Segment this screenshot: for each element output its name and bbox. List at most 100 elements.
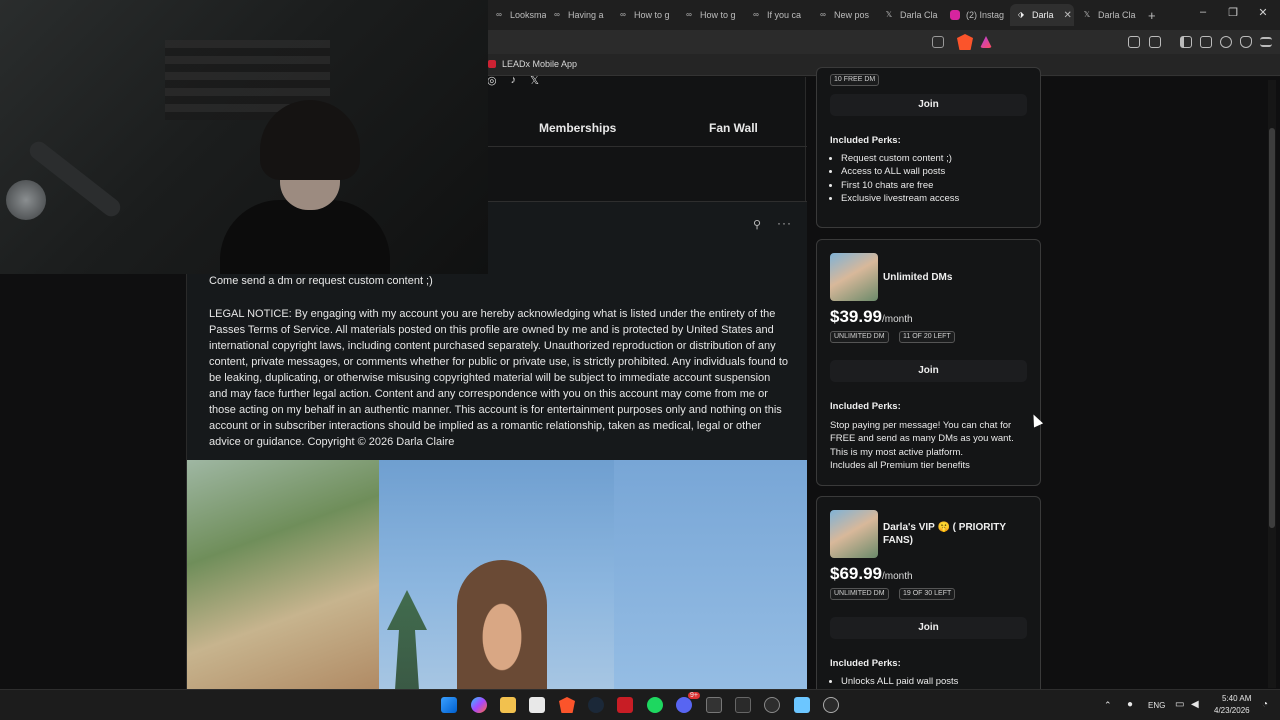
perks-heading: Included Perks: — [830, 658, 901, 669]
x-icon[interactable]: 𝕏 — [530, 74, 539, 87]
page-scrollbar[interactable] — [1268, 80, 1276, 688]
tray-chevron-icon[interactable]: ⌃ — [1104, 700, 1112, 711]
x-icon: 𝕏 — [885, 10, 893, 19]
epic-games-icon[interactable] — [706, 697, 722, 713]
vpn-shield-icon[interactable] — [1240, 36, 1252, 48]
availability-badge: 11 OF 20 LEFT — [899, 331, 955, 343]
join-button[interactable]: Join — [830, 360, 1027, 382]
extensions-icon[interactable] — [1128, 36, 1140, 48]
tier-name: Unlimited DMs — [883, 272, 953, 283]
tab-new-post[interactable]: ∞ New pos — [812, 4, 878, 26]
tier-avatar — [830, 253, 878, 301]
person-photo — [457, 560, 547, 690]
microphone-icon[interactable]: ● — [1127, 699, 1133, 710]
tier-card-premium: 10 FREE DM Join Included Perks: Request … — [816, 67, 1041, 228]
tab-darla-x-2[interactable]: 𝕏 Darla Cla — [1076, 4, 1138, 26]
new-tab-button[interactable]: + — [1142, 4, 1162, 26]
network-icon[interactable]: ▭ — [1175, 699, 1184, 710]
close-window-button[interactable]: ✕ — [1248, 6, 1278, 19]
close-tab-icon[interactable]: ✕ — [1064, 10, 1072, 21]
app-icon[interactable] — [764, 697, 780, 713]
streamer-hair — [260, 100, 360, 180]
infinity-icon: ∞ — [620, 10, 626, 19]
brave-icon[interactable] — [559, 697, 575, 713]
leo-ai-icon[interactable] — [1220, 36, 1232, 48]
sidebar-icon[interactable] — [1180, 36, 1192, 48]
tier-name: Darla's VIP 🤫 ( PRIORITY FANS) — [883, 522, 1006, 546]
perks-list: Unlocks ALL paid wall posts — [841, 675, 1031, 688]
notepad-icon[interactable] — [794, 697, 810, 713]
tier-badge: 10 FREE DM — [830, 74, 880, 86]
clock-time[interactable]: 5:40 AM — [1222, 694, 1251, 703]
media-image-right — [614, 460, 807, 690]
tab-memberships[interactable]: Memberships — [539, 121, 616, 135]
tiktok-icon[interactable]: ♪ — [511, 74, 517, 87]
more-options-icon[interactable]: ··· — [777, 216, 792, 230]
tier-card-vip: Darla's VIP 🤫 ( PRIORITY FANS) $69.99/mo… — [816, 496, 1041, 696]
tab-how-to-1[interactable]: ∞ How to g — [612, 4, 678, 26]
instagram-icon[interactable]: ◎ — [487, 74, 497, 87]
infinity-icon: ∞ — [820, 10, 826, 19]
menu-icon[interactable] — [1260, 37, 1272, 47]
x-icon: 𝕏 — [1083, 10, 1091, 19]
perk-item: Unlocks ALL paid wall posts — [841, 675, 1031, 688]
perk-item: Access to ALL wall posts — [841, 165, 1031, 178]
copilot-icon[interactable] — [471, 697, 487, 713]
xbox-icon[interactable] — [735, 697, 751, 713]
perks-heading: Included Perks: — [830, 135, 901, 146]
tab-instagram[interactable]: (2) Instag — [944, 4, 1010, 26]
pinned-post: ⚲ ··· Come send a dm or request custom c… — [187, 201, 807, 690]
store-icon[interactable] — [529, 697, 545, 713]
tier-avatar — [830, 510, 878, 558]
discord-badge: 9+ — [688, 692, 700, 699]
perk-item: First 10 chats are free — [841, 179, 1031, 192]
pin-icon[interactable]: ⚲ — [753, 218, 761, 231]
crypto-wallet-icon[interactable] — [1200, 36, 1212, 48]
streamer — [220, 100, 390, 274]
tab-looksma[interactable]: ∞ Looksma — [488, 4, 546, 26]
membership-tiers: 10 FREE DM Join Included Perks: Request … — [816, 67, 1042, 696]
brave-rewards-icon[interactable] — [980, 36, 992, 48]
brave-shields-icon[interactable] — [957, 34, 973, 50]
join-button[interactable]: Join — [830, 94, 1027, 116]
post-media[interactable] — [187, 460, 807, 690]
tab-fan-wall[interactable]: Fan Wall — [709, 121, 758, 135]
share-icon[interactable] — [932, 36, 944, 48]
tier-price: $39.99/month — [830, 307, 913, 326]
file-explorer-icon[interactable] — [500, 697, 516, 713]
windows-taskbar: 9+ ⌃ ● ENG ▭ ◀ 5:40 AM 4/23/2026 ◔ — [0, 689, 1280, 720]
scrollbar-thumb[interactable] — [1269, 128, 1275, 528]
infinity-icon: ∞ — [554, 10, 560, 19]
minimize-button[interactable]: – — [1188, 6, 1218, 18]
notifications-icon[interactable]: ◔ — [1262, 699, 1268, 710]
volume-icon[interactable]: ◀ — [1191, 699, 1199, 710]
tier-price: $69.99/month — [830, 564, 913, 583]
bookmark-leadx[interactable]: LEADx Mobile App — [488, 59, 577, 69]
tab-having-a[interactable]: ∞ Having a — [546, 4, 612, 26]
media-image-left — [187, 460, 379, 690]
perks-description: Includes all Premium tier benefits — [830, 460, 970, 471]
clock-date[interactable]: 4/23/2026 — [1214, 706, 1250, 715]
tab-darla-active[interactable]: ⬗ Darla ✕ — [1010, 4, 1074, 26]
red-app-icon[interactable] — [617, 697, 633, 713]
tab-how-to-2[interactable]: ∞ How to g — [678, 4, 745, 26]
streamer-torso — [220, 200, 390, 274]
settings-icon[interactable] — [823, 697, 839, 713]
language-indicator[interactable]: ENG — [1148, 701, 1165, 710]
join-button[interactable]: Join — [830, 617, 1027, 639]
tier-badge: UNLIMITED DM — [830, 331, 889, 343]
spotify-icon[interactable] — [647, 697, 663, 713]
passes-icon: ⬗ — [1017, 10, 1025, 19]
wallet-icon[interactable] — [1149, 36, 1161, 48]
maximize-button[interactable]: ❐ — [1218, 6, 1248, 19]
tab-darla-x-1[interactable]: 𝕏 Darla Cla — [878, 4, 944, 26]
tab-if-you-can[interactable]: ∞ If you ca — [745, 4, 812, 26]
steam-icon[interactable] — [588, 697, 604, 713]
perk-item: Exclusive livestream access — [841, 192, 1031, 205]
start-icon[interactable] — [441, 697, 457, 713]
perks-list: Request custom content ;) Access to ALL … — [841, 152, 1031, 205]
discord-icon[interactable] — [676, 697, 692, 713]
availability-badge: 19 OF 30 LEFT — [899, 588, 956, 600]
perks-heading: Included Perks: — [830, 401, 901, 412]
webcam-overlay — [0, 0, 488, 274]
